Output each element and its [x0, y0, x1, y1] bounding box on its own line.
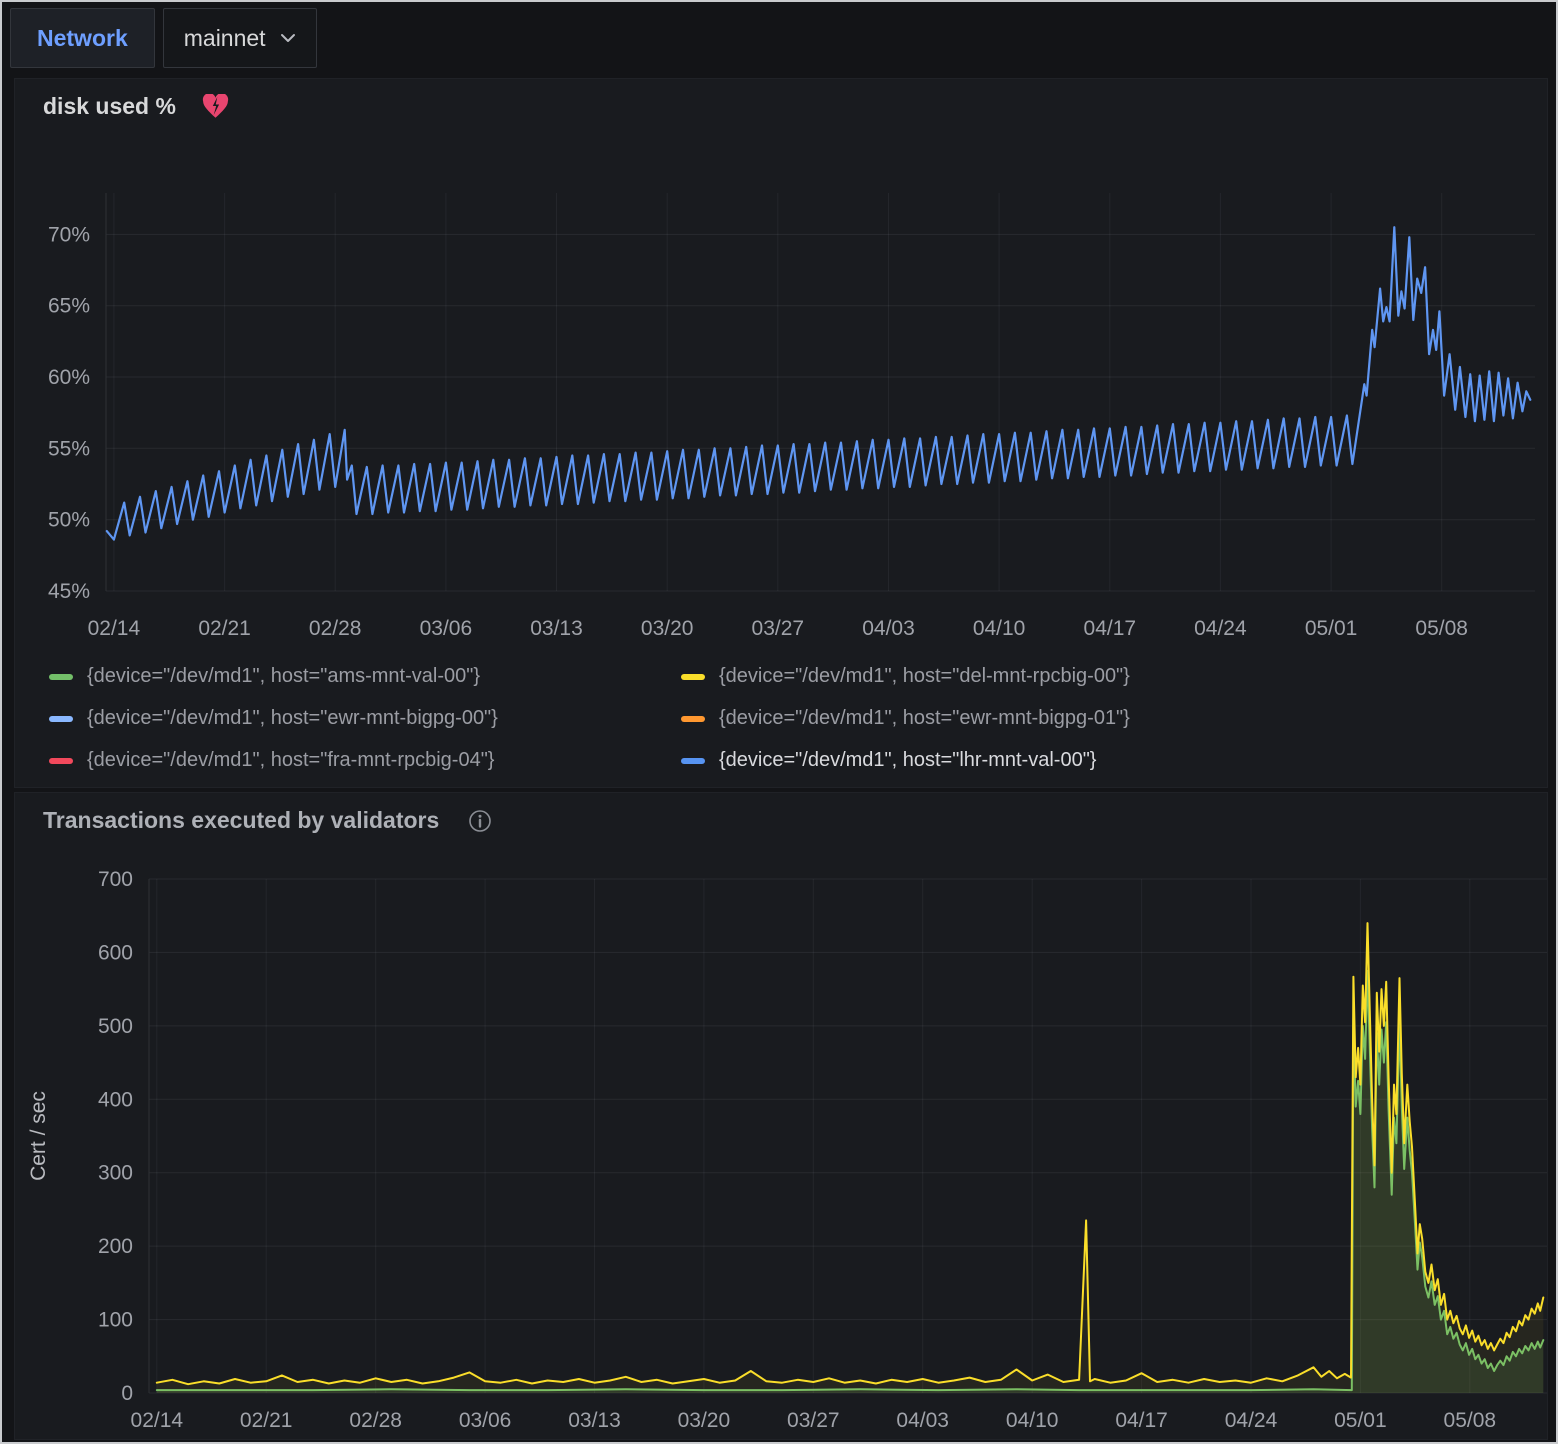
legend-swatch-light-blue — [49, 716, 73, 722]
svg-text:03/06: 03/06 — [420, 617, 473, 640]
panel-transactions: Transactions executed by validators 02/1… — [14, 792, 1548, 1440]
svg-text:02/21: 02/21 — [198, 617, 251, 640]
svg-text:45%: 45% — [48, 580, 90, 603]
svg-text:Cert / sec: Cert / sec — [27, 1091, 50, 1181]
legend-item-ewr-mnt-bigpg-00[interactable]: {device="/dev/md1", host="ewr-mnt-bigpg-… — [49, 707, 661, 730]
svg-text:04/24: 04/24 — [1225, 1409, 1278, 1432]
legend-label: {device="/dev/md1", host="del-mnt-rpcbig… — [719, 665, 1130, 688]
legend-item-lhr-mnt-val-00[interactable]: {device="/dev/md1", host="lhr-mnt-val-00… — [681, 749, 1130, 772]
legend-swatch-orange — [681, 716, 705, 722]
panel-disk-used: disk used % 02/14 02/21 02/28 03/06 03/13 03/… — [14, 78, 1548, 788]
legend-item-ewr-mnt-bigpg-01[interactable]: {device="/dev/md1", host="ewr-mnt-bigpg-… — [681, 707, 1130, 730]
disk-chart-legend: {device="/dev/md1", host="ams-mnt-val-00… — [49, 665, 1130, 772]
legend-label: {device="/dev/md1", host="ewr-mnt-bigpg-… — [87, 707, 498, 730]
legend-swatch-yellow — [681, 674, 705, 680]
svg-text:65%: 65% — [48, 295, 90, 318]
svg-text:05/08: 05/08 — [1444, 1409, 1497, 1432]
svg-text:50%: 50% — [48, 509, 90, 532]
disk-used-chart[interactable]: 02/14 02/21 02/28 03/06 03/13 03/20 03/27 04/03… — [15, 139, 1547, 651]
svg-text:55%: 55% — [48, 437, 90, 460]
svg-text:04/24: 04/24 — [1194, 617, 1247, 640]
svg-text:600: 600 — [98, 941, 133, 964]
svg-text:02/14: 02/14 — [131, 1409, 184, 1432]
broken-heart-alert-icon — [202, 94, 229, 119]
svg-text:03/27: 03/27 — [752, 617, 805, 640]
svg-text:04/17: 04/17 — [1115, 1409, 1168, 1432]
legend-item-fra-mnt-rpcbig-04[interactable]: {device="/dev/md1", host="fra-mnt-rpcbig… — [49, 749, 661, 772]
svg-text:300: 300 — [98, 1162, 133, 1185]
panel-tx-title[interactable]: Transactions executed by validators — [43, 807, 439, 834]
legend-swatch-red — [49, 758, 73, 764]
legend-item-ams-mnt-val-00[interactable]: {device="/dev/md1", host="ams-mnt-val-00… — [49, 665, 661, 688]
legend-item-del-mnt-rpcbig-00[interactable]: {device="/dev/md1", host="del-mnt-rpcbig… — [681, 665, 1130, 688]
svg-text:03/27: 03/27 — [787, 1409, 840, 1432]
legend-label: {device="/dev/md1", host="ams-mnt-val-00… — [87, 665, 480, 688]
svg-text:200: 200 — [98, 1235, 133, 1258]
svg-text:05/01: 05/01 — [1334, 1409, 1387, 1432]
svg-text:03/13: 03/13 — [530, 617, 583, 640]
svg-text:60%: 60% — [48, 366, 90, 389]
variable-bar: Network mainnet — [10, 8, 317, 68]
chevron-down-icon — [280, 33, 296, 43]
legend-label: {device="/dev/md1", host="ewr-mnt-bigpg-… — [719, 707, 1130, 730]
svg-text:02/14: 02/14 — [88, 617, 141, 640]
transactions-chart[interactable]: 02/14 02/21 02/28 03/06 03/13 03/20 03/27 04/03… — [15, 853, 1547, 1441]
svg-text:03/13: 03/13 — [568, 1409, 621, 1432]
svg-text:04/03: 04/03 — [862, 617, 915, 640]
svg-text:04/10: 04/10 — [973, 617, 1026, 640]
panel-disk-title[interactable]: disk used % — [43, 93, 176, 120]
network-label-text: Network — [37, 25, 128, 52]
network-variable-label: Network — [10, 8, 155, 68]
legend-swatch-blue — [681, 758, 705, 764]
svg-text:0: 0 — [121, 1382, 133, 1405]
svg-text:02/28: 02/28 — [309, 617, 362, 640]
svg-text:04/10: 04/10 — [1006, 1409, 1059, 1432]
svg-text:700: 700 — [98, 868, 133, 891]
svg-text:05/01: 05/01 — [1305, 617, 1358, 640]
svg-text:04/17: 04/17 — [1084, 617, 1137, 640]
svg-text:04/03: 04/03 — [896, 1409, 949, 1432]
svg-text:03/20: 03/20 — [678, 1409, 731, 1432]
legend-swatch-green — [49, 674, 73, 680]
network-variable-dropdown[interactable]: mainnet — [163, 8, 317, 68]
svg-text:500: 500 — [98, 1015, 133, 1038]
svg-text:400: 400 — [98, 1088, 133, 1111]
info-icon[interactable] — [467, 808, 493, 834]
network-value-text: mainnet — [184, 25, 266, 52]
svg-text:100: 100 — [98, 1309, 133, 1332]
legend-label: {device="/dev/md1", host="fra-mnt-rpcbig… — [87, 749, 495, 772]
legend-label: {device="/dev/md1", host="lhr-mnt-val-00… — [719, 749, 1096, 772]
svg-text:70%: 70% — [48, 223, 90, 246]
svg-text:02/21: 02/21 — [240, 1409, 293, 1432]
svg-text:03/06: 03/06 — [459, 1409, 512, 1432]
svg-text:05/08: 05/08 — [1415, 617, 1468, 640]
svg-text:03/20: 03/20 — [641, 617, 694, 640]
dashboard: Network mainnet disk used % 02/1402/2102… — [0, 0, 1558, 1444]
svg-text:02/28: 02/28 — [349, 1409, 402, 1432]
